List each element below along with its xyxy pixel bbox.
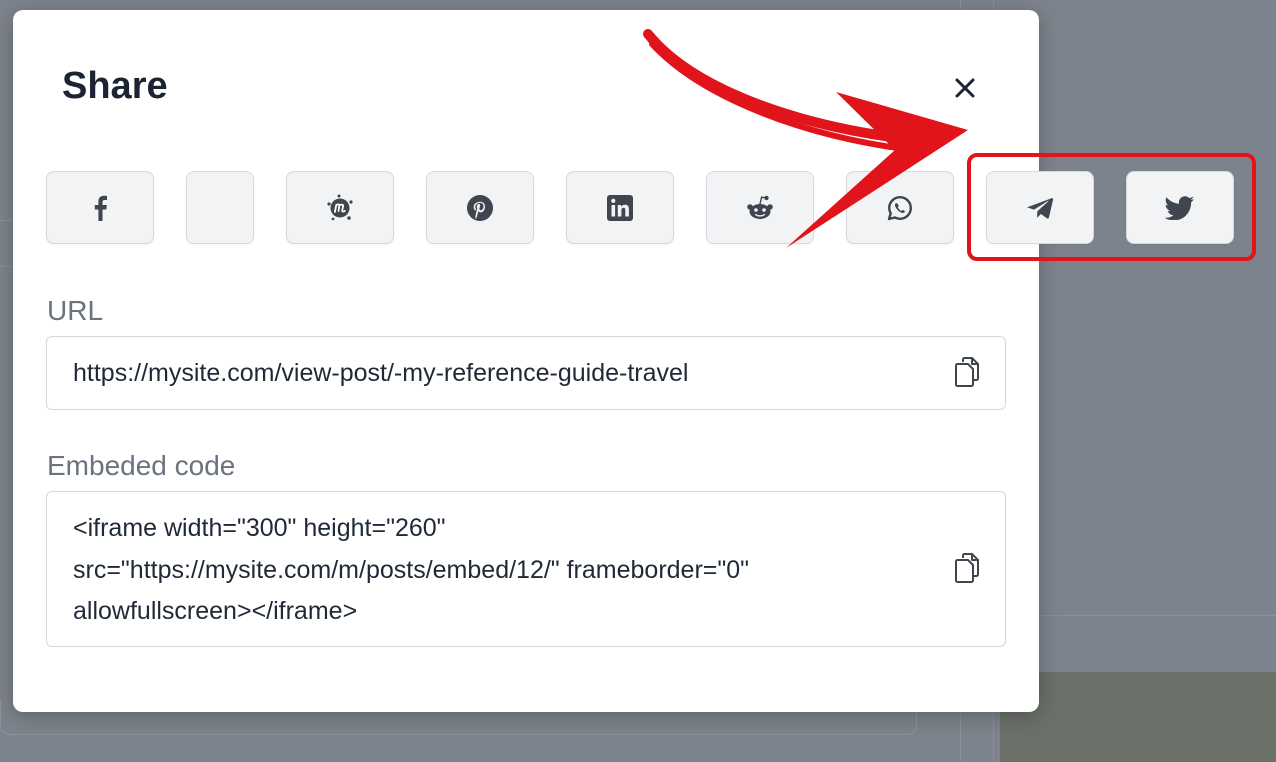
linkedin-icon [607, 194, 633, 221]
url-value[interactable]: https://mysite.com/view-post/-my-referen… [73, 352, 688, 394]
background-divider [0, 220, 13, 221]
meetup-icon [327, 194, 353, 220]
close-icon [955, 78, 975, 98]
modal-title: Share [62, 65, 168, 107]
embed-code-line[interactable]: allowfullscreen></iframe> [73, 590, 357, 632]
copy-url-button[interactable] [952, 355, 982, 389]
facebook-icon [94, 195, 107, 221]
pinterest-icon [467, 194, 493, 221]
linkedin-share-button[interactable] [566, 171, 674, 244]
background-image [1000, 672, 1276, 762]
background-divider [1039, 615, 1276, 616]
background-divider [0, 266, 13, 267]
meetup-share-button[interactable] [286, 171, 394, 244]
embed-code-label: Embeded code [47, 450, 236, 481]
pinterest-share-button[interactable] [426, 171, 534, 244]
whatsapp-share-button[interactable] [846, 171, 954, 244]
embed-code-line[interactable]: src="https://mysite.com/m/posts/embed/12… [73, 549, 749, 591]
close-button[interactable] [947, 70, 983, 106]
blank-share-button[interactable] [186, 171, 254, 244]
embed-code-field[interactable]: <iframe width="300" height="260" src="ht… [46, 491, 1006, 647]
share-modal: Share URL https://mysite.com/view-post/-… [13, 10, 1234, 712]
reddit-share-button[interactable] [706, 171, 814, 244]
highlight-box [967, 153, 1256, 261]
url-field[interactable]: https://mysite.com/view-post/-my-referen… [46, 336, 1006, 410]
embed-code-line[interactable]: <iframe width="300" height="260" [73, 507, 446, 549]
copy-icon [955, 553, 979, 583]
reddit-icon [747, 195, 773, 219]
copy-embed-button[interactable] [952, 551, 982, 585]
copy-icon [955, 357, 979, 387]
facebook-share-button[interactable] [46, 171, 154, 244]
url-label: URL [47, 295, 104, 326]
whatsapp-icon [887, 195, 912, 220]
